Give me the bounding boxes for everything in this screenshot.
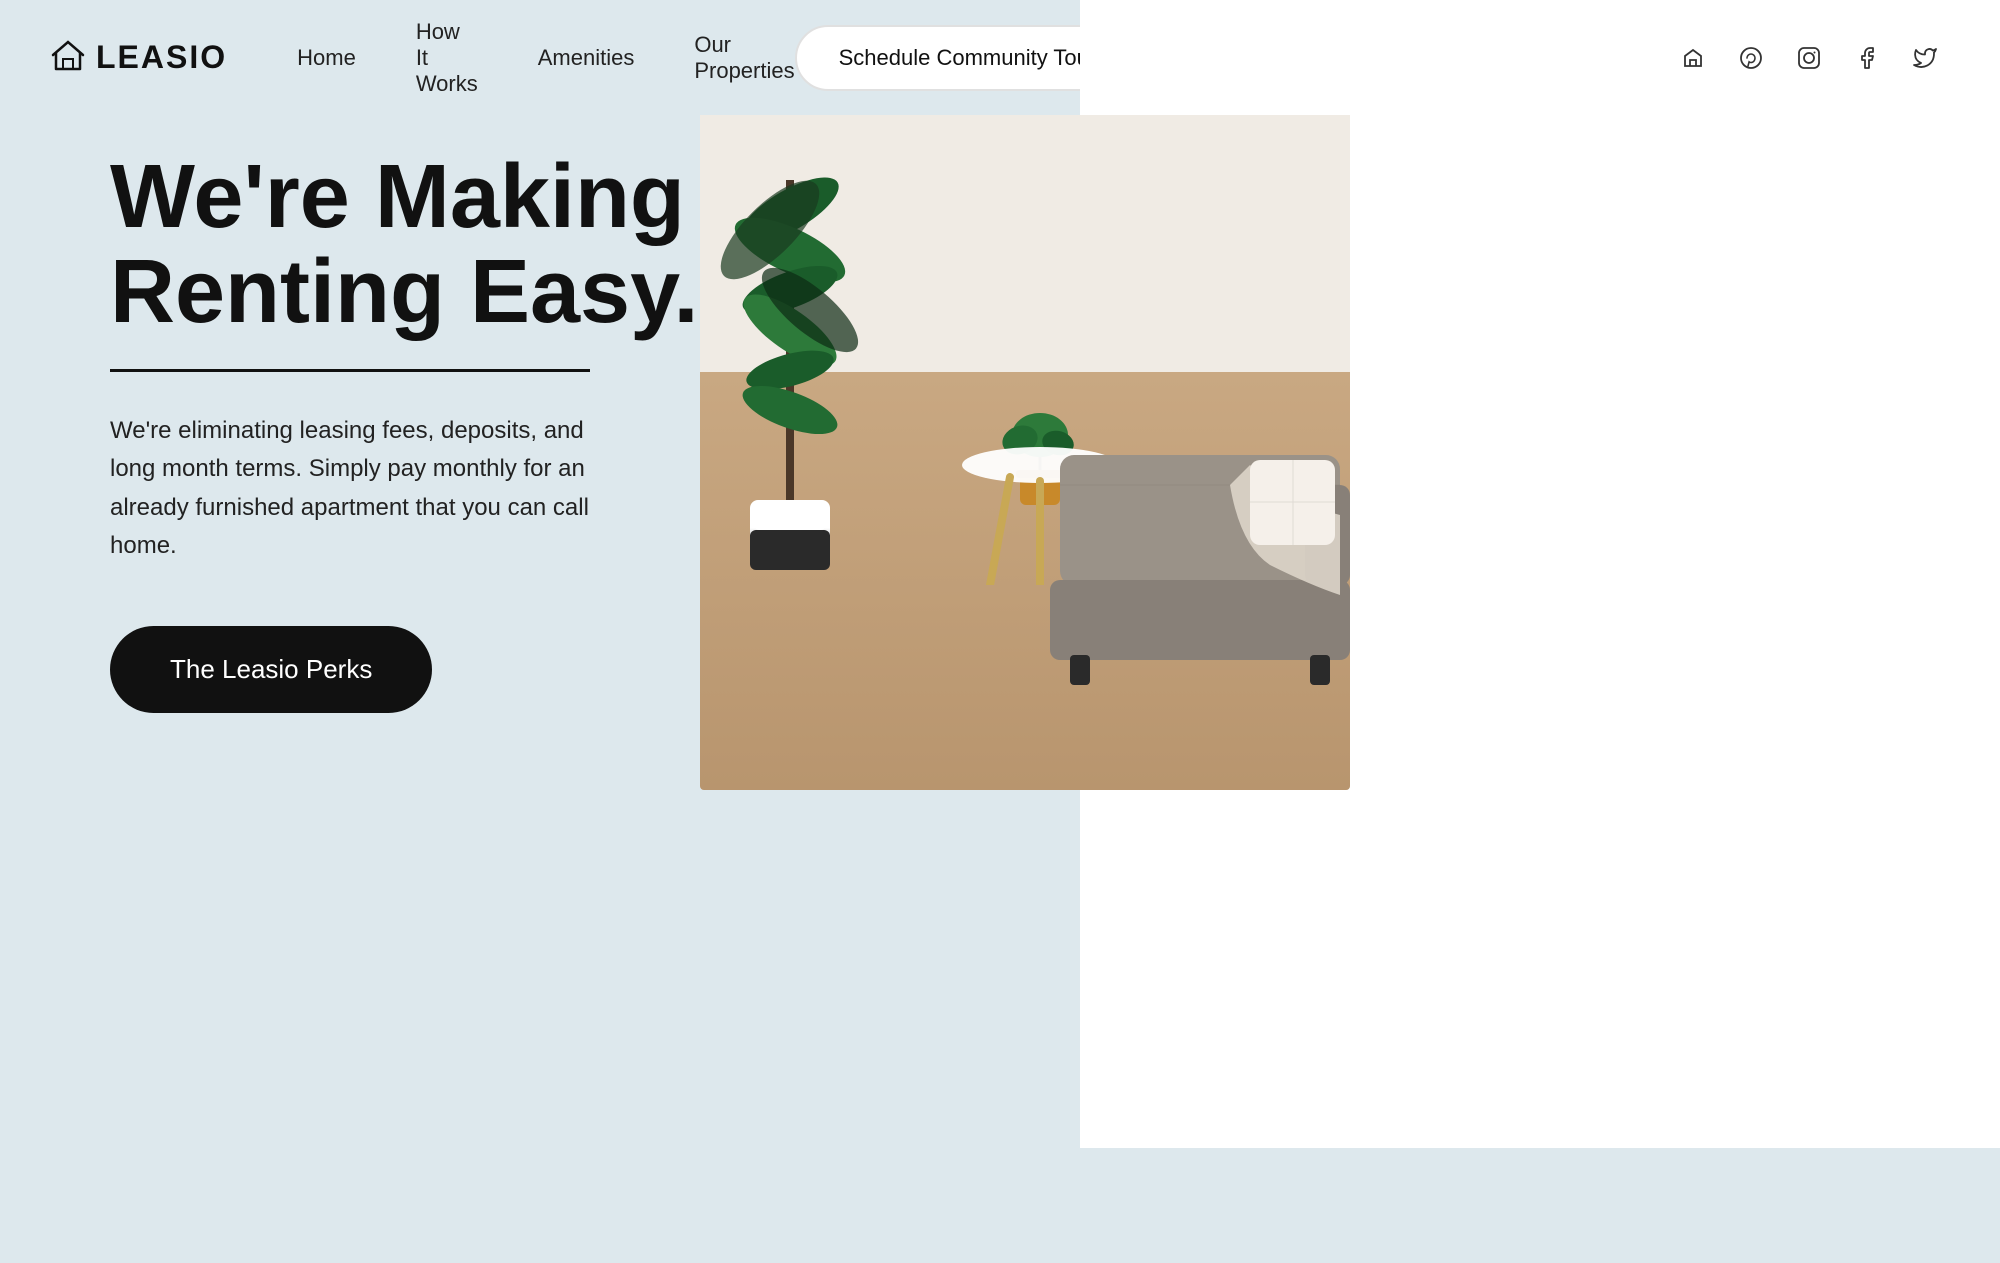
hero-description: We're eliminating leasing fees, deposits… — [110, 412, 590, 566]
hero-title-line2: Renting Easy. — [110, 242, 698, 342]
nav-link-how-it-works[interactable]: How It Works — [416, 19, 478, 96]
plant-big-pot — [750, 500, 830, 570]
apartment-scene — [700, 30, 1350, 790]
nav-item-properties[interactable]: Our Properties — [694, 32, 794, 84]
logo-icon — [50, 37, 86, 78]
nav-link-home[interactable]: Home — [297, 45, 356, 70]
facebook-icon[interactable] — [1852, 43, 1882, 73]
hero-title-line1: We're Making — [110, 147, 685, 247]
logo[interactable]: LEASIO — [50, 37, 227, 78]
pinterest-icon[interactable] — [1736, 43, 1766, 73]
plant-big-leaves — [700, 130, 880, 510]
nav-link-amenities[interactable]: Amenities — [538, 45, 635, 70]
instagram-icon[interactable] — [1794, 43, 1824, 73]
nav-link-properties[interactable]: Our Properties — [694, 32, 794, 83]
hero-image — [700, 30, 1350, 790]
nav-links: Home How It Works Amenities Our Properti… — [297, 19, 794, 97]
hero-divider — [110, 369, 590, 372]
navbar-right — [1080, 0, 2000, 115]
sofa — [1050, 425, 1350, 690]
social-icons — [1678, 43, 1940, 73]
nav-item-home[interactable]: Home — [297, 45, 356, 71]
houzz-icon[interactable] — [1678, 43, 1708, 73]
twitter-icon[interactable] — [1910, 43, 1940, 73]
nav-item-amenities[interactable]: Amenities — [538, 45, 635, 71]
navbar-left: LEASIO Home How It Works Amenities Our P… — [0, 0, 1080, 115]
leasio-perks-button[interactable]: The Leasio Perks — [110, 626, 432, 713]
nav-item-how-it-works[interactable]: How It Works — [416, 19, 478, 97]
logo-text: LEASIO — [96, 39, 227, 76]
navbar: LEASIO Home How It Works Amenities Our P… — [0, 0, 2000, 115]
plant-big — [730, 500, 850, 570]
hero-content: We're Making Renting Easy. We're elimina… — [110, 150, 710, 713]
hero-title: We're Making Renting Easy. — [110, 150, 710, 339]
